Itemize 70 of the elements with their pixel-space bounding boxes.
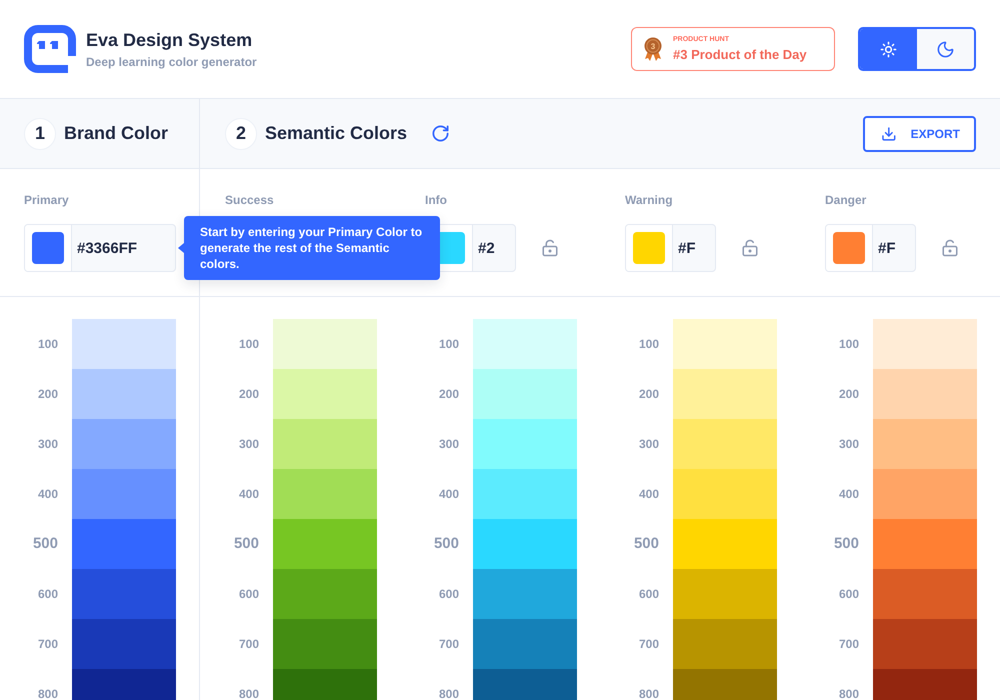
shade-label: 300 <box>838 438 859 450</box>
moon-icon <box>936 40 955 58</box>
shade-label: 300 <box>238 438 259 450</box>
shade-label: 700 <box>638 638 659 650</box>
shade-label: 800 <box>838 688 859 700</box>
shade-label: 600 <box>638 588 659 600</box>
shade-label: 600 <box>238 588 259 600</box>
unlocked-padlock-button[interactable] <box>541 239 559 257</box>
shade-label: 700 <box>838 638 859 650</box>
download-icon <box>881 126 897 142</box>
shade-label: 800 <box>438 688 459 700</box>
shade-label: 500 <box>832 536 859 552</box>
shade-label: 100 <box>438 338 459 350</box>
refresh-button[interactable] <box>431 124 450 143</box>
open-padlock-icon <box>541 239 559 257</box>
shade-label: 200 <box>238 388 259 400</box>
shade-label: 300 <box>36 438 58 450</box>
color-label: Success <box>225 193 275 207</box>
shade-label: 400 <box>438 488 459 500</box>
badge-title: #3 Product of the Day <box>673 47 807 62</box>
app-title: Eva Design System <box>86 29 254 51</box>
shade-label: 100 <box>638 338 659 350</box>
shade-label: 400 <box>838 488 859 500</box>
color-input[interactable]: #3366FF <box>24 224 176 272</box>
export-button[interactable]: EXPORT <box>863 116 976 152</box>
shade-label: 800 <box>36 688 58 700</box>
shade-label: 500 <box>232 536 259 552</box>
dark-theme-button[interactable] <box>917 29 974 69</box>
shade-label: 400 <box>638 488 659 500</box>
color-label: Info <box>425 193 448 207</box>
app-subtitle: Deep learning color generator <box>86 55 257 69</box>
step-title: Semantic Colors <box>265 123 408 144</box>
shade-label: 200 <box>438 388 459 400</box>
logo-icon <box>24 25 76 73</box>
shade-label: 100 <box>838 338 859 350</box>
shade-label: 500 <box>32 536 58 552</box>
color-input[interactable]: #F <box>625 224 716 272</box>
shade-label: 200 <box>638 388 659 400</box>
shade-label: 300 <box>438 438 459 450</box>
step-title: Brand Color <box>64 123 168 144</box>
shade-label: 600 <box>36 588 58 600</box>
shade-label: 500 <box>432 536 459 552</box>
step-number: 2 <box>225 118 257 150</box>
shade-label: 700 <box>238 638 259 650</box>
shade-label: 100 <box>36 338 58 350</box>
light-theme-button[interactable] <box>860 29 917 69</box>
shade-label: 400 <box>36 488 58 500</box>
shade-label: 200 <box>838 388 859 400</box>
refresh-icon <box>431 124 450 143</box>
shade-label: 100 <box>238 338 259 350</box>
color-input[interactable]: #F <box>825 224 916 272</box>
color-label: Primary <box>24 193 70 207</box>
open-padlock-icon <box>941 239 959 257</box>
color-label: Danger <box>825 193 868 207</box>
shade-label: 600 <box>838 588 859 600</box>
shade-label: 400 <box>238 488 259 500</box>
sun-icon <box>880 40 897 58</box>
step-number: 1 <box>24 118 56 150</box>
color-label: Warning <box>625 193 674 207</box>
shade-label: 600 <box>438 588 459 600</box>
shade-label: 300 <box>638 438 659 450</box>
open-padlock-icon <box>741 239 759 257</box>
shade-label: 700 <box>36 638 58 650</box>
shade-label: 800 <box>238 688 259 700</box>
shade-label: 200 <box>36 388 58 400</box>
unlocked-padlock-button[interactable] <box>941 239 959 257</box>
shade-label: 800 <box>638 688 659 700</box>
shade-label: 500 <box>632 536 659 552</box>
unlocked-padlock-button[interactable] <box>741 239 759 257</box>
shade-label: 700 <box>438 638 459 650</box>
